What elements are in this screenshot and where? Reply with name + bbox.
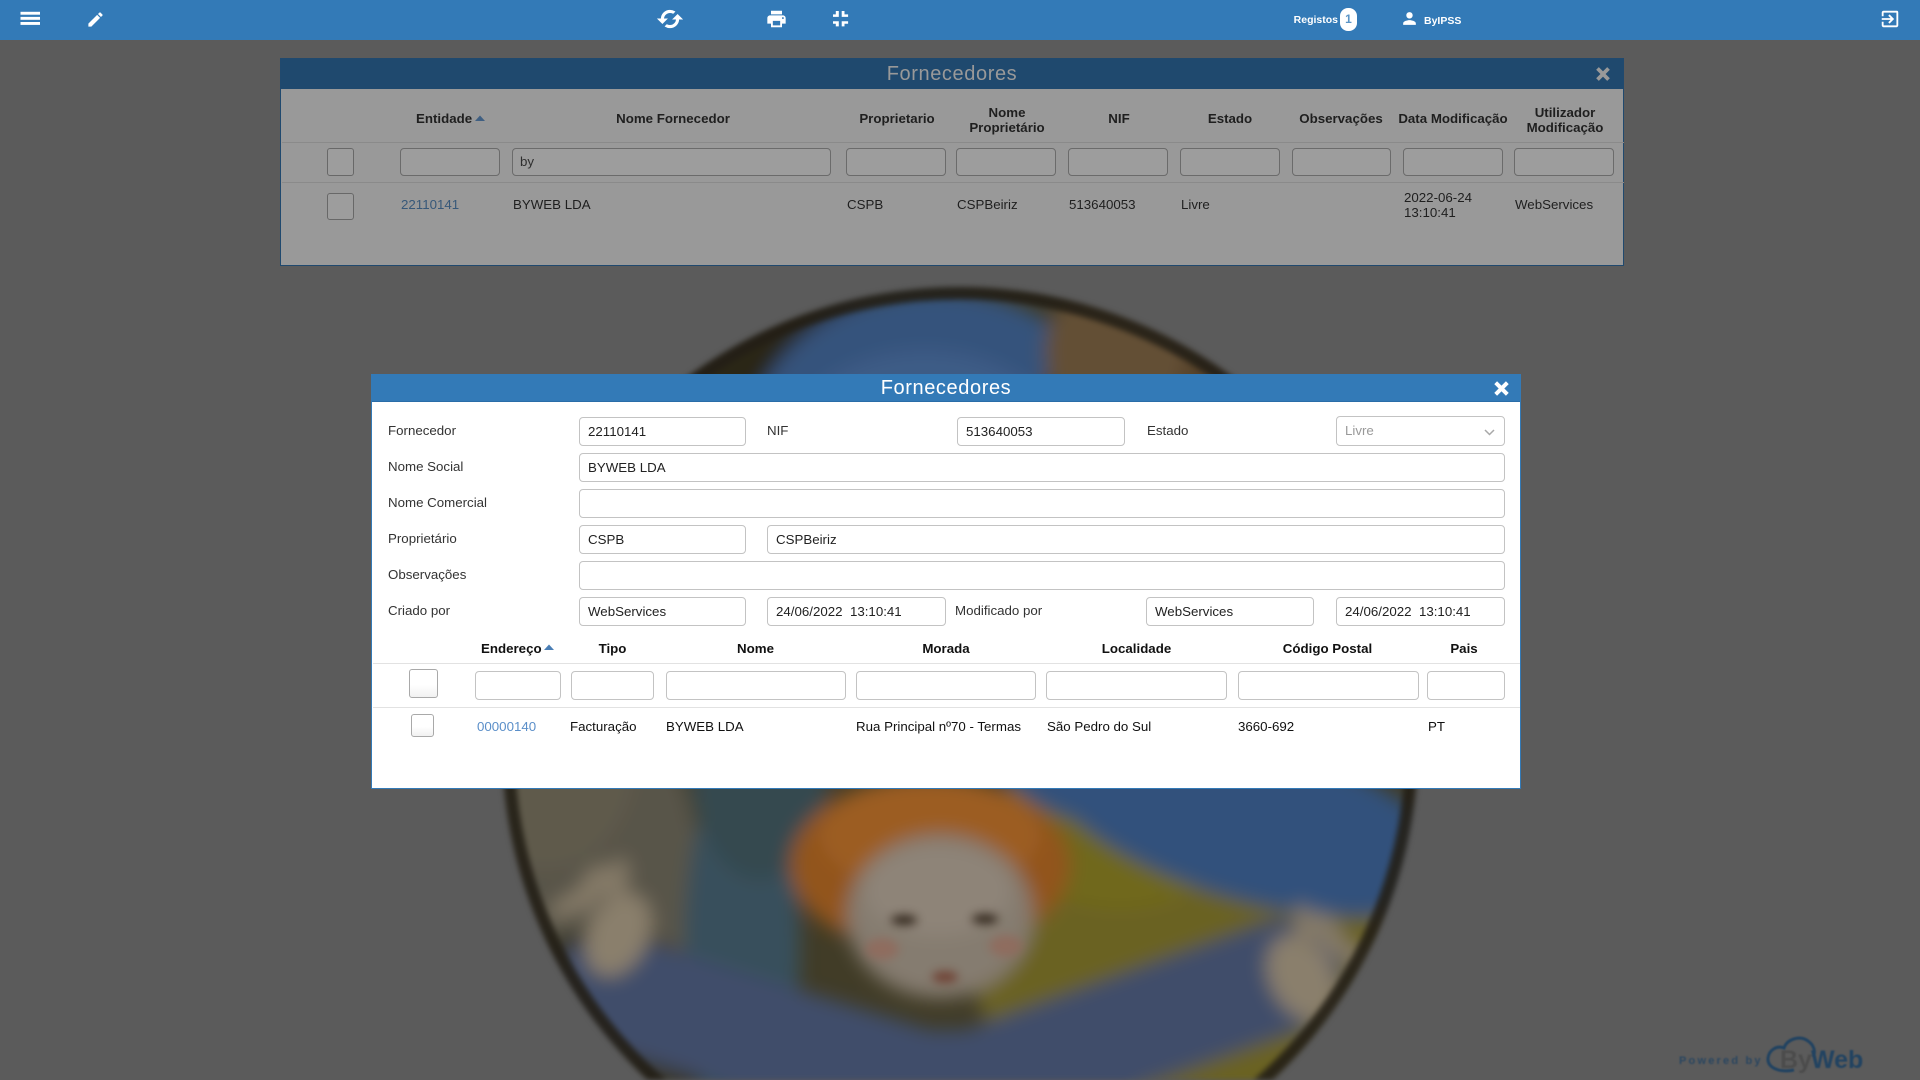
svg-text:By: By bbox=[1780, 1046, 1812, 1074]
svg-text:Powered by: Powered by bbox=[1679, 1055, 1763, 1067]
svg-text:Web: Web bbox=[1811, 1046, 1863, 1074]
